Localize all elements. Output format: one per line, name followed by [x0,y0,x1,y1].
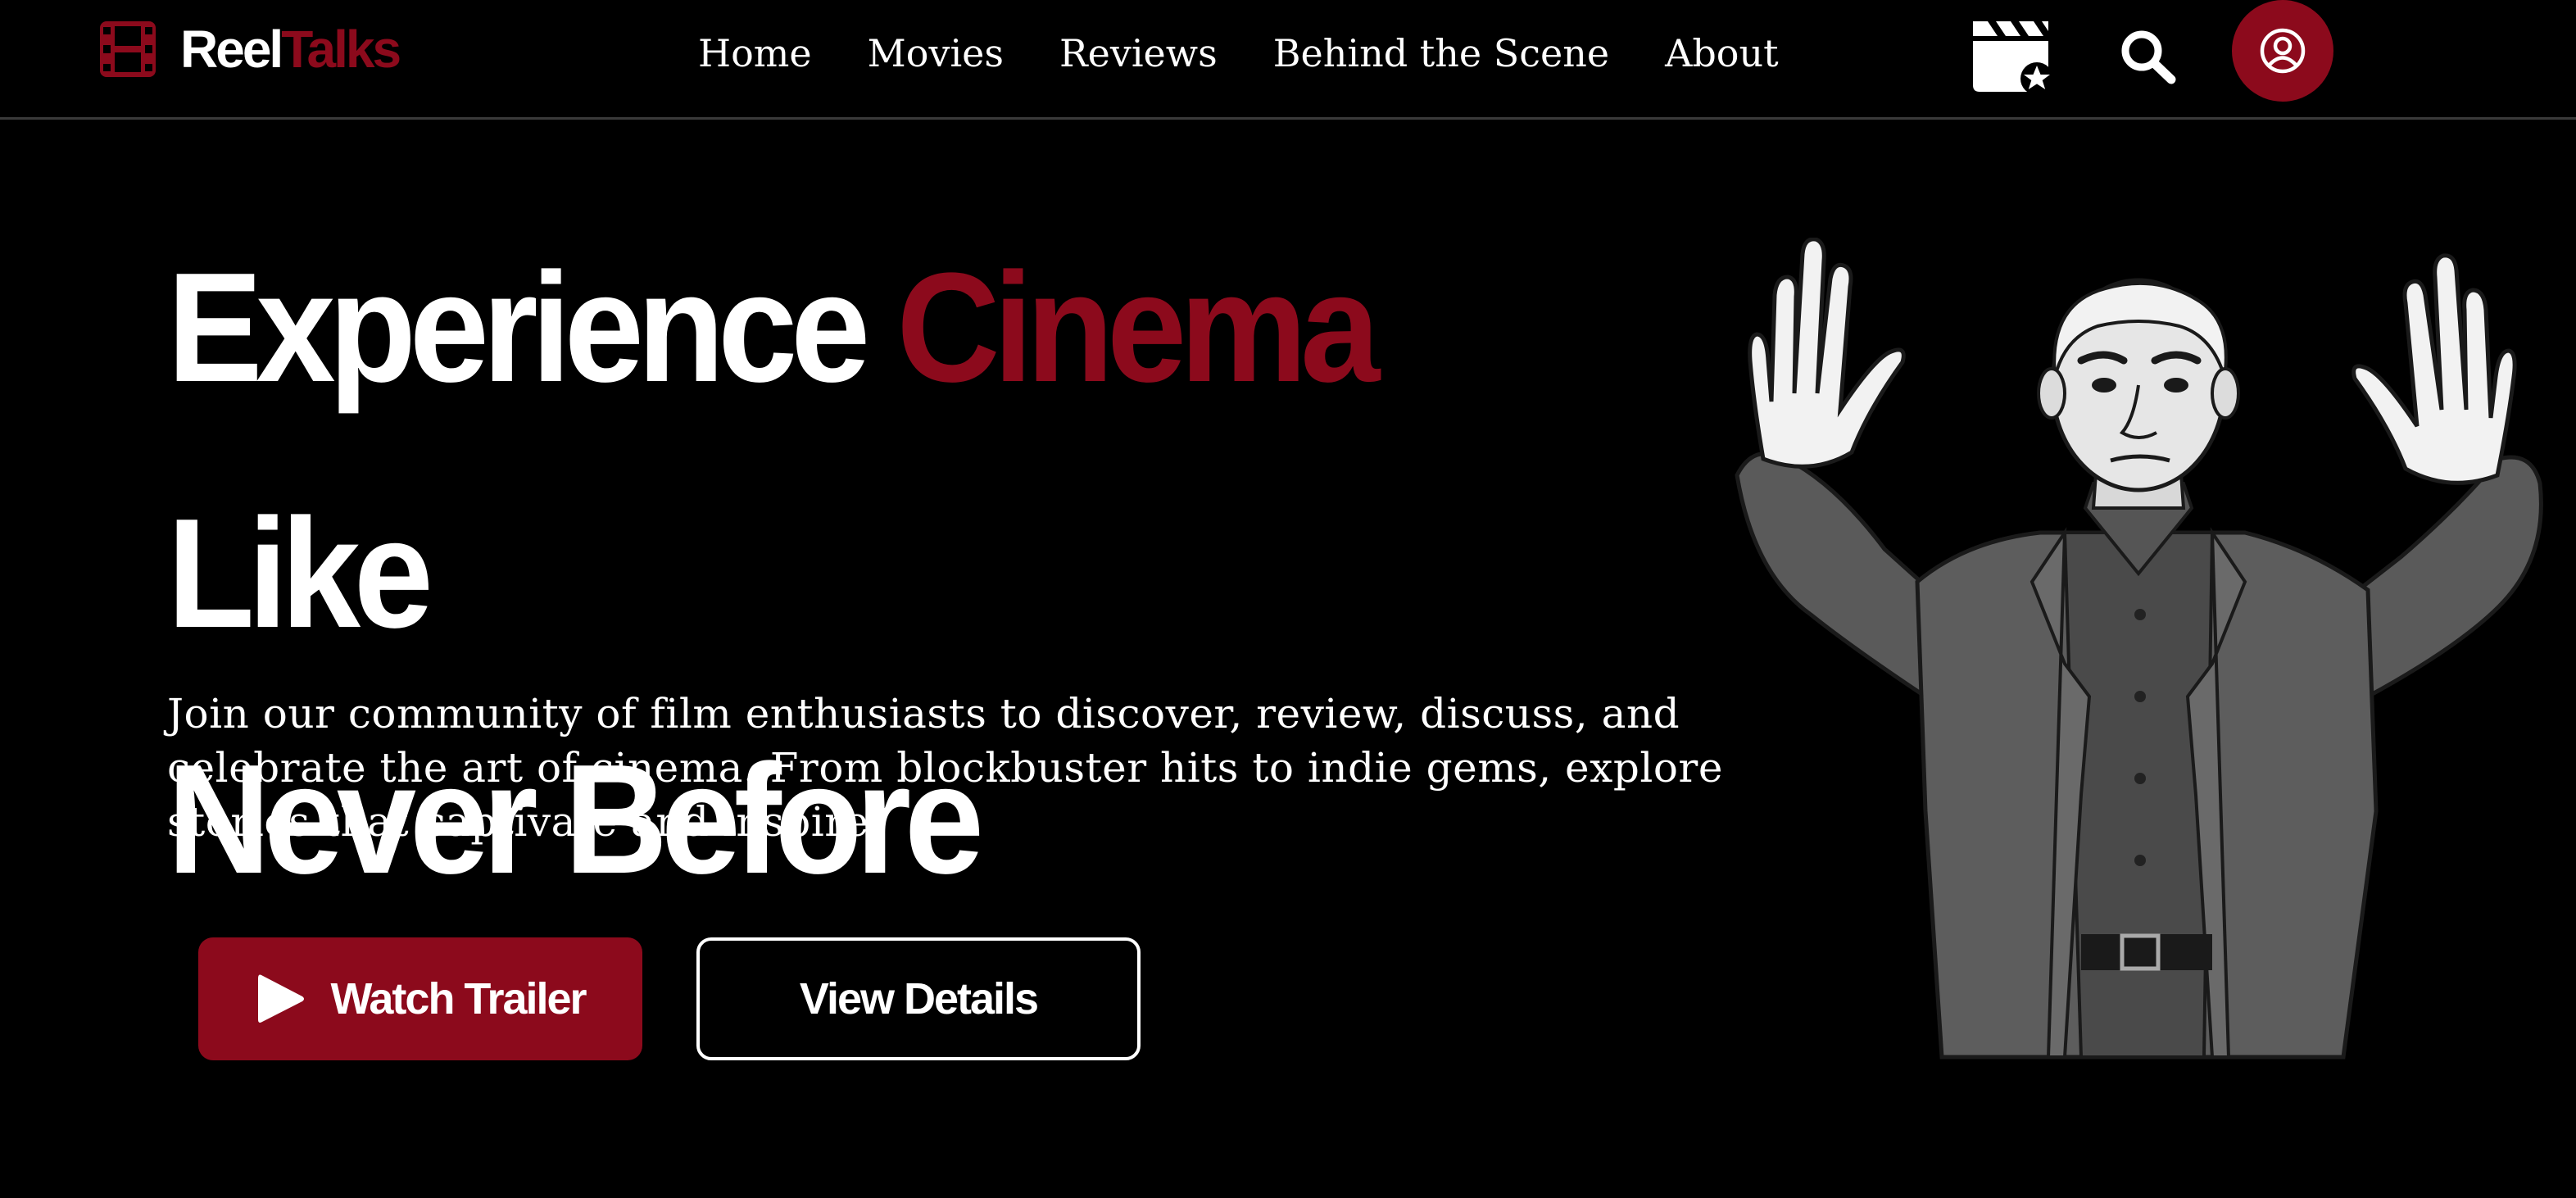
logo-text: ReelTalks [180,23,401,75]
watch-trailer-label: Watch Trailer [330,974,587,1023]
search-icon[interactable] [2119,28,2178,85]
play-icon [258,974,305,1023]
nav-link-about[interactable]: About [1665,34,1778,72]
hero-title-part1: Experience [167,241,870,415]
film-clapperboard-star-icon[interactable] [1970,16,2055,95]
logo[interactable]: ReelTalks [98,18,401,80]
main-nav: Home Movies Reviews Behind the Scene Abo… [698,25,1779,82]
nav-link-home[interactable]: Home [698,34,812,72]
user-profile-icon [2260,28,2306,74]
profile-button[interactable] [2232,0,2333,102]
film-strip-icon [100,21,156,77]
nav-link-reviews[interactable]: Reviews [1059,34,1218,72]
view-details-button[interactable]: View Details [696,937,1141,1060]
view-details-label: View Details [799,974,1039,1023]
hero-description: Join our community of film enthusiasts t… [167,690,1723,846]
hero-title-part2: Like [167,487,433,660]
nav-link-behind-the-scene[interactable]: Behind the Scene [1273,34,1609,72]
logo-text-talks: Talks [281,20,401,79]
man-in-suit-hands-raised-illustration [1735,238,2543,1060]
logo-text-reel: Reel [180,20,283,79]
hero-title-accent: Cinema [896,241,1380,415]
navbar: ReelTalks Home Movies Reviews Behind the… [0,0,2576,120]
watch-trailer-button[interactable]: Watch Trailer [198,937,642,1060]
nav-link-movies[interactable]: Movies [868,34,1004,72]
